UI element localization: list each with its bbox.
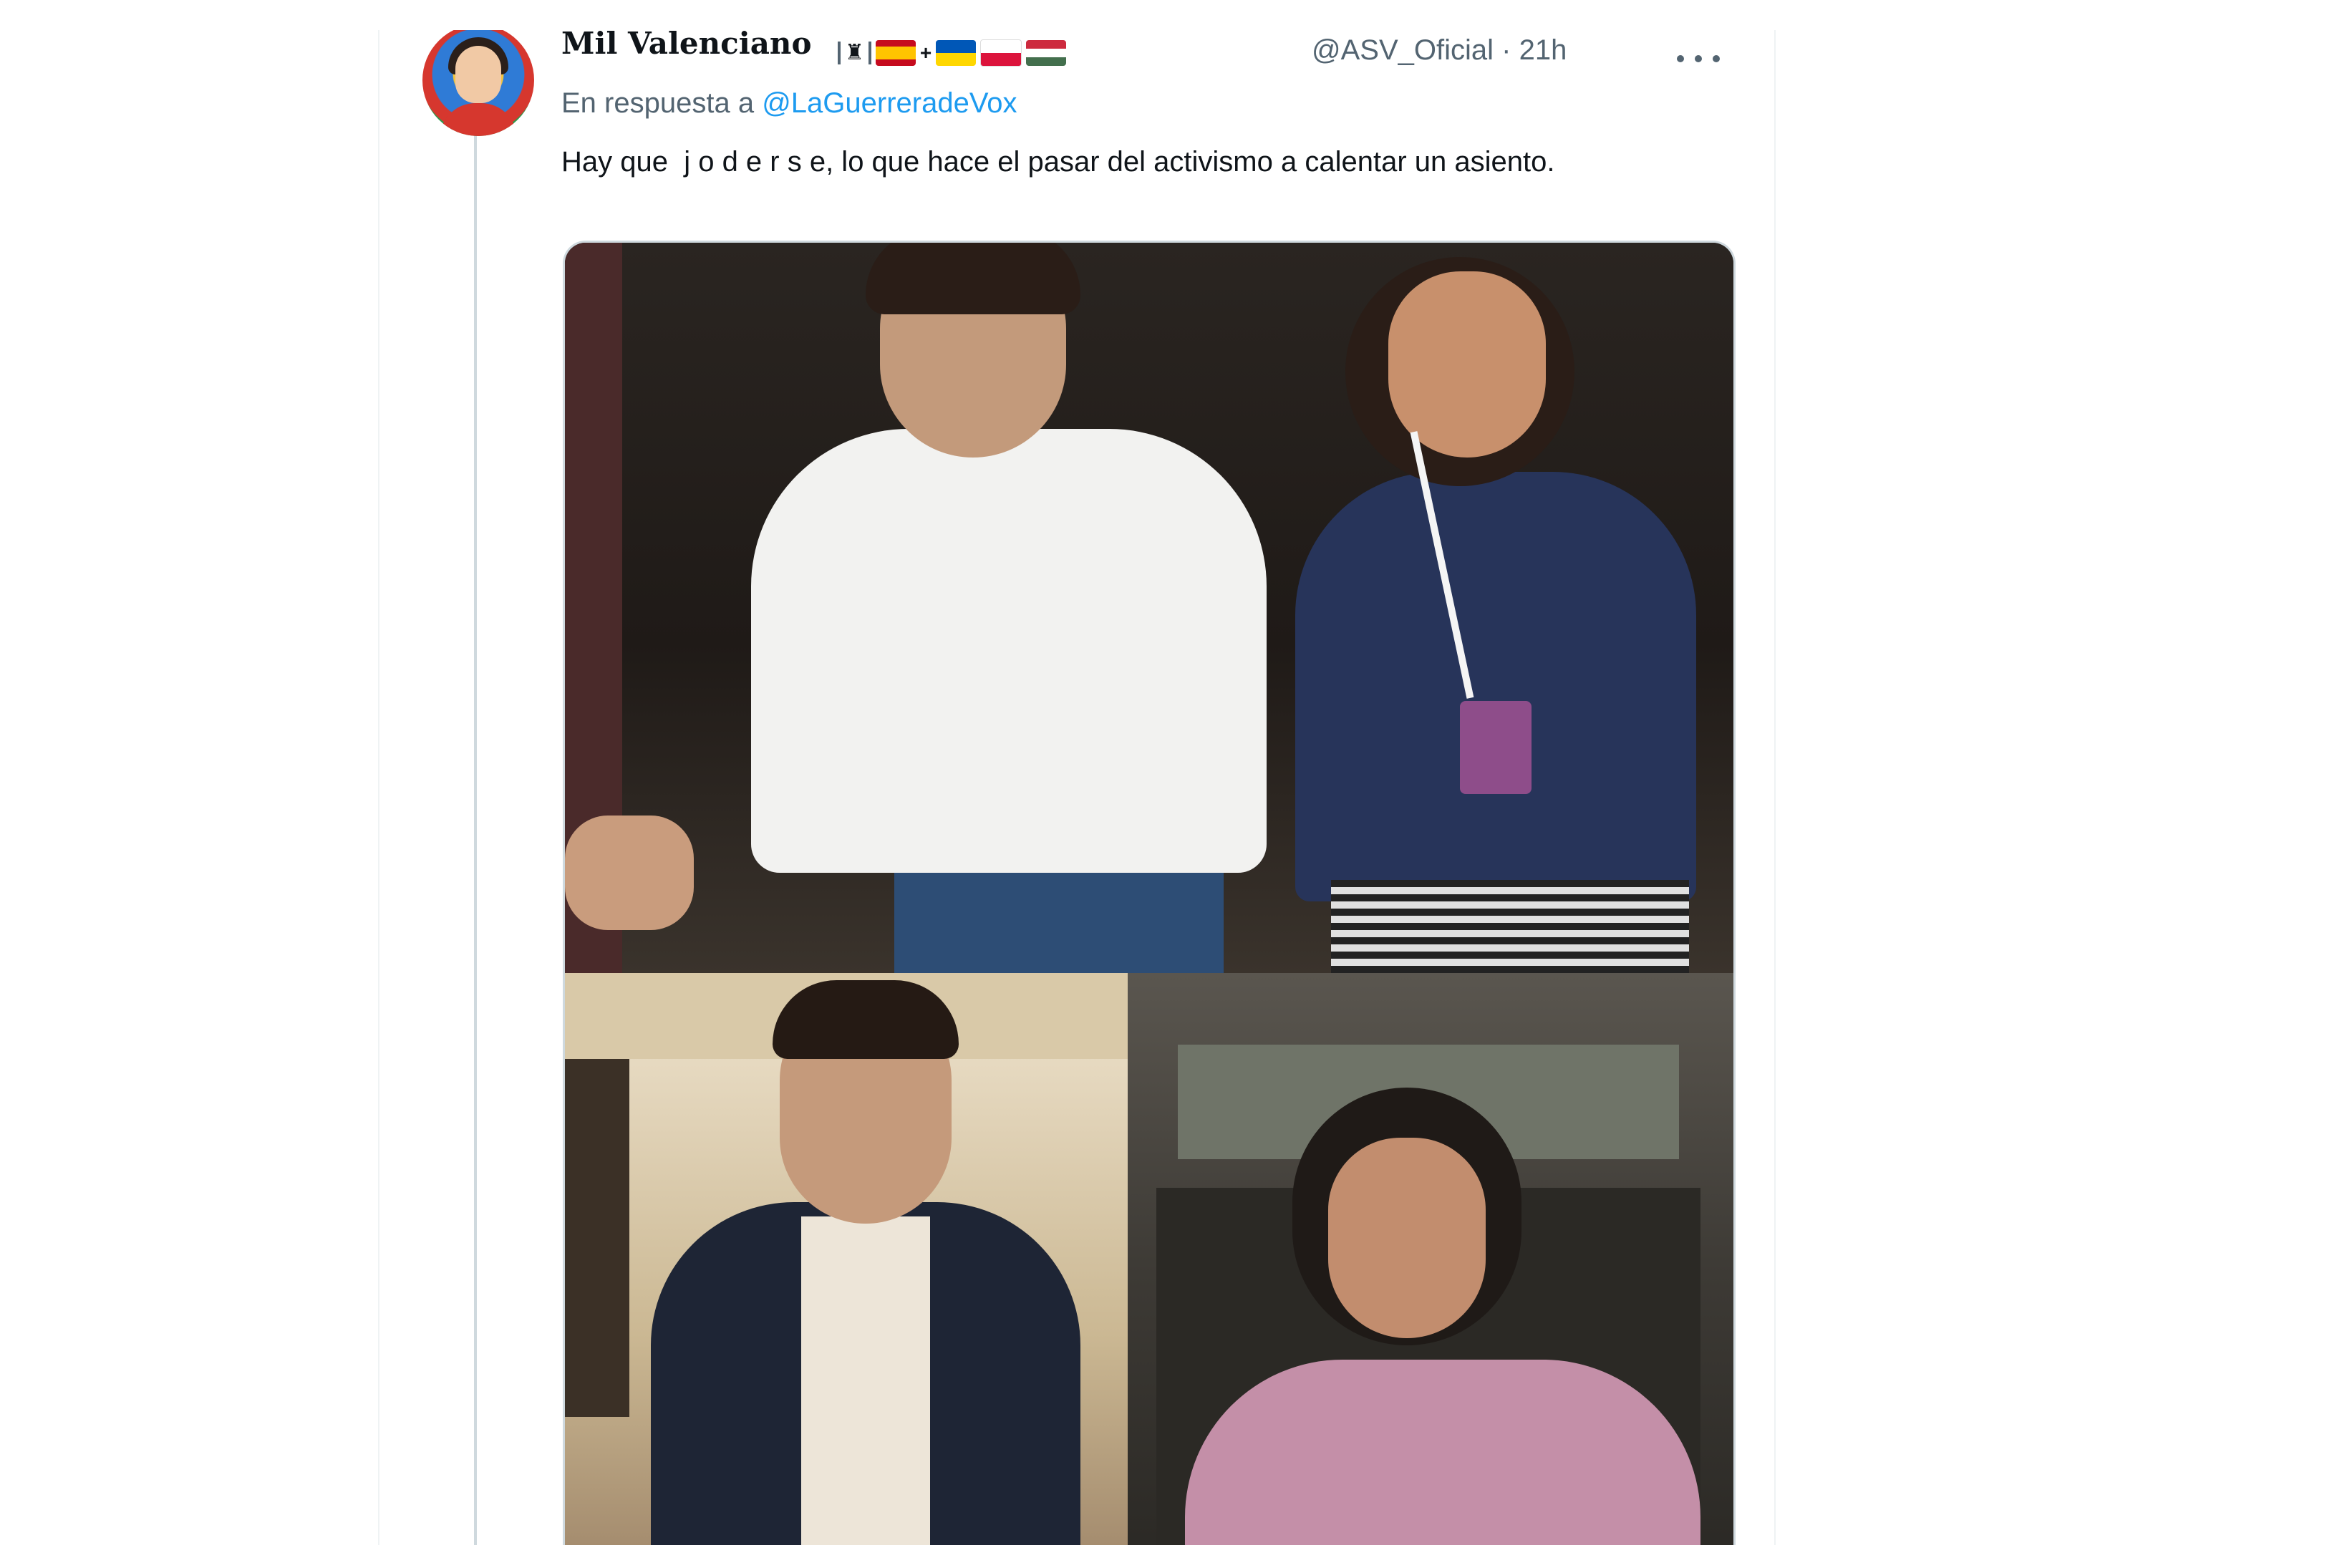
separator-bar — [838, 42, 841, 64]
white-shirt-shape — [751, 429, 1267, 873]
striped-skirt-shape — [1331, 880, 1689, 973]
tweet-text: Hay que j o d e r s e, lo que hace el pa… — [561, 146, 1555, 178]
name-badges: ♜ + — [838, 39, 1067, 67]
man-hair-shape — [866, 243, 1080, 314]
avatar[interactable] — [422, 30, 534, 136]
thread-line — [474, 127, 477, 1545]
jeans-shape — [894, 873, 1224, 973]
flag-ukraine-icon — [936, 40, 977, 66]
display-name[interactable]: Mil Valenciano — [561, 30, 811, 61]
reply-context: En respuesta a @LaGuerreradeVox — [561, 87, 1017, 120]
woman-face-shape — [1388, 271, 1546, 458]
reply-mention-link[interactable]: @LaGuerreradeVox — [762, 87, 1017, 119]
media-photo-bottom-left[interactable] — [565, 973, 1128, 1545]
avatar-face-shape — [455, 46, 501, 103]
lantern-shape — [565, 1059, 629, 1417]
plus-icon: + — [919, 42, 932, 64]
flag-hungary-icon — [1026, 40, 1067, 66]
page: Mil Valenciano ♜ + @ASV_Oficial · 21h En… — [0, 0, 2337, 1568]
shirt-shape — [801, 1216, 930, 1545]
tweet-media[interactable] — [563, 241, 1736, 1545]
handle-and-time[interactable]: @ASV_Oficial · 21h — [1312, 34, 1567, 67]
man-hair-shape — [773, 980, 959, 1059]
media-photo-bottom-right[interactable] — [1128, 973, 1733, 1545]
blue-top-shape — [1295, 472, 1696, 901]
more-options-icon[interactable] — [1677, 44, 1720, 73]
tweet-card[interactable]: Mil Valenciano ♜ + @ASV_Oficial · 21h En… — [378, 30, 1776, 1545]
pink-top-shape — [1185, 1360, 1700, 1545]
badge-shape — [1460, 701, 1532, 794]
woman-face-shape — [1328, 1138, 1486, 1338]
hand-shape — [565, 816, 694, 930]
separator-bar — [868, 42, 871, 64]
reply-prefix: En respuesta a — [561, 87, 755, 119]
castle-icon: ♜ — [845, 41, 864, 64]
avatar-body-shape — [440, 103, 517, 136]
media-photo-top[interactable] — [565, 243, 1733, 973]
flag-spain-icon — [875, 40, 916, 66]
flag-poland-icon — [980, 39, 1022, 67]
